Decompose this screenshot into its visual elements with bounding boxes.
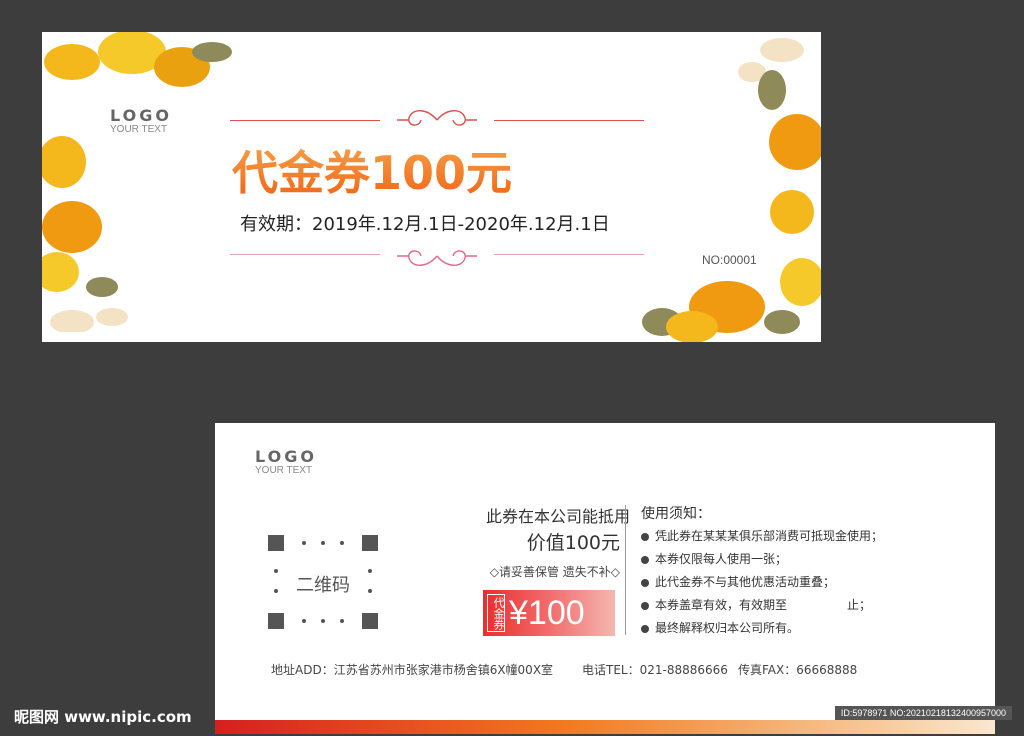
fax: 传真FAX：66668888 bbox=[738, 663, 858, 677]
qr-corner-icon bbox=[268, 613, 284, 629]
phone: 电话TEL：021-88886666 bbox=[582, 663, 728, 677]
validity-period: 有效期：2019年.12月.1日-2020年.12月.1日 bbox=[240, 214, 610, 235]
flourish-ornament-top bbox=[397, 110, 477, 126]
voucher-back: LOGO YOUR TEXT 二维码 此券在本公司能抵用 价值100元 ◇请妥善… bbox=[215, 423, 995, 734]
logo-subtext: YOUR TEXT bbox=[110, 124, 168, 135]
bullet-icon bbox=[641, 578, 649, 587]
logo-mark: LOGO bbox=[255, 447, 317, 466]
badge-amount: ¥100 bbox=[509, 594, 585, 632]
qr-corner-icon bbox=[362, 535, 378, 551]
amount-badge: 代金券 ¥100 bbox=[483, 590, 615, 636]
serial-number: NO:00001 bbox=[702, 253, 757, 267]
qr-corner-icon bbox=[362, 613, 378, 629]
qr-corner-icon bbox=[268, 535, 284, 551]
qr-code-placeholder: 二维码 bbox=[268, 535, 378, 629]
rule-item: 本券仅限每人使用一张； bbox=[641, 550, 883, 573]
image-id-label: ID:5978971 NO:20210218132400957000 bbox=[834, 706, 1012, 720]
back-logo: LOGO YOUR TEXT bbox=[255, 449, 317, 477]
rule-item: 最终解释权归本公司所有。 bbox=[641, 619, 883, 642]
top-rule-right bbox=[494, 120, 644, 121]
voucher-value: 价值100元 bbox=[526, 532, 620, 554]
flourish-ornament-bottom bbox=[397, 250, 477, 266]
front-logo: LOGO YOUR TEXT bbox=[110, 108, 172, 136]
usage-statement: 此券在本公司能抵用 bbox=[485, 507, 630, 526]
bullet-icon bbox=[641, 601, 649, 610]
bullet-icon bbox=[641, 532, 649, 541]
rules-title: 使用须知： bbox=[641, 506, 711, 522]
qr-label: 二维码 bbox=[296, 575, 350, 596]
rule-item: 此代金券不与其他优惠活动重叠； bbox=[641, 573, 883, 596]
address: 地址ADD：江苏省苏州市张家港市杨舍镇6X幢00X室 bbox=[271, 663, 554, 677]
voucher-front: LOGO YOUR TEXT 代金券100元 有效期：2019年.12月.1日-… bbox=[42, 32, 821, 342]
gradient-stripe bbox=[215, 720, 995, 734]
bullet-icon bbox=[641, 624, 649, 633]
rules-list: 凭此券在某某某俱乐部消费可抵现金使用； 本券仅限每人使用一张； 此代金券不与其他… bbox=[641, 527, 883, 642]
flower-decoration-top-left bbox=[42, 32, 232, 332]
bullet-icon bbox=[641, 555, 649, 564]
logo-mark: LOGO bbox=[110, 106, 172, 125]
bottom-rule-left bbox=[230, 254, 380, 255]
rule-item: 凭此券在某某某俱乐部消费可抵现金使用； bbox=[641, 527, 883, 550]
voucher-title: 代金券100元 bbox=[232, 140, 652, 206]
rule-item: 本券盖章有效，有效期至 止； bbox=[641, 596, 883, 619]
bottom-rule-right bbox=[494, 254, 644, 255]
site-watermark: 昵图网 www.nipic.com bbox=[14, 708, 192, 726]
logo-subtext: YOUR TEXT bbox=[255, 465, 313, 476]
keep-safe-note: ◇请妥善保管 遗失不补◇ bbox=[489, 565, 620, 579]
top-rule-left bbox=[230, 120, 380, 121]
vertical-divider bbox=[625, 505, 626, 635]
badge-tag: 代金券 bbox=[487, 594, 505, 632]
